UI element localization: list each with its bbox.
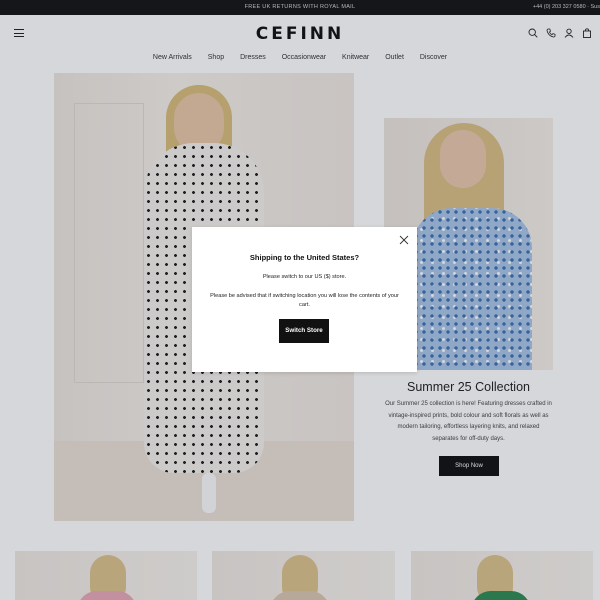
modal-message: Please switch to our US ($) store. — [262, 274, 347, 280]
shipping-modal: Shipping to the United States? Please sw… — [192, 227, 417, 372]
switch-store-button[interactable]: Switch Store — [279, 319, 329, 343]
modal-warning: Please be advised that if switching loca… — [210, 293, 399, 308]
close-icon[interactable] — [399, 235, 409, 245]
modal-title: Shipping to the United States? — [249, 253, 360, 262]
